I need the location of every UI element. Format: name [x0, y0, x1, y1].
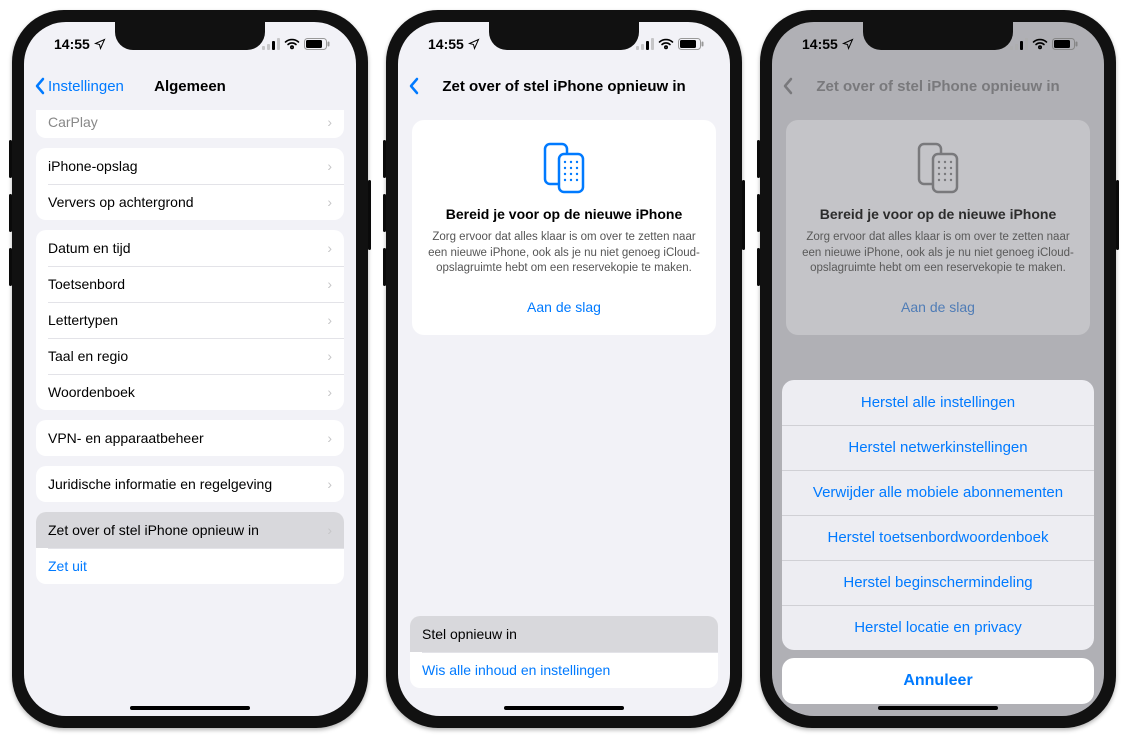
screen-3: 14:55 Zet over of stel iPhone opnieuw in — [772, 22, 1104, 716]
home-indicator[interactable] — [878, 706, 998, 710]
row-label: CarPlay — [48, 114, 98, 130]
chevron-right-icon: › — [327, 522, 332, 538]
sheet-reset-home-layout[interactable]: Herstel beginschermindeling — [782, 560, 1094, 605]
cellular-icon — [262, 38, 280, 50]
row-label: Ververs op achtergrond — [48, 194, 194, 210]
home-indicator[interactable] — [130, 706, 250, 710]
chevron-right-icon: › — [327, 384, 332, 400]
row-label: iPhone-opslag — [48, 158, 138, 174]
settings-group-reset: Zet over of stel iPhone opnieuw in › Zet … — [36, 512, 344, 584]
two-phones-icon — [539, 140, 589, 196]
chevron-right-icon: › — [327, 194, 332, 210]
back-label: Instellingen — [48, 78, 124, 95]
wifi-icon — [658, 38, 674, 50]
home-indicator[interactable] — [504, 706, 624, 710]
sheet-reset-location-privacy[interactable]: Herstel locatie en privacy — [782, 605, 1094, 650]
get-started-button[interactable]: Aan de slag — [428, 293, 700, 321]
row-date-time[interactable]: Datum en tijd › — [36, 230, 344, 266]
row-label: Lettertypen — [48, 312, 118, 328]
prepare-card: Bereid je voor op de nieuwe iPhone Zorg … — [412, 120, 716, 335]
row-language-region[interactable]: Taal en regio › — [36, 338, 344, 374]
status-time: 14:55 — [54, 36, 90, 52]
wifi-icon — [284, 38, 300, 50]
chevron-right-icon: › — [327, 312, 332, 328]
chevron-right-icon: › — [327, 240, 332, 256]
chevron-right-icon: › — [327, 430, 332, 446]
row-label: Taal en regio — [48, 348, 128, 364]
row-dictionary[interactable]: Woordenboek › — [36, 374, 344, 410]
row-reset[interactable]: Stel opnieuw in — [410, 616, 718, 652]
chevron-left-icon — [408, 77, 420, 95]
battery-icon — [304, 38, 330, 50]
location-icon — [468, 38, 480, 50]
row-legal[interactable]: Juridische informatie en regelgeving › — [36, 466, 344, 502]
row-erase-all[interactable]: Wis alle inhoud en instellingen — [410, 652, 718, 688]
phone-frame-2: 14:55 Zet over of stel iPhone opnieuw in — [386, 10, 742, 728]
screen-1: 14:55 Instellingen Algemeen CarPlay › — [24, 22, 356, 716]
row-vpn-device-mgmt[interactable]: VPN- en apparaatbeheer › — [36, 420, 344, 456]
sheet-reset-all-settings[interactable]: Herstel alle instellingen — [782, 380, 1094, 425]
settings-group-storage: iPhone-opslag › Ververs op achtergrond › — [36, 148, 344, 220]
row-background-refresh[interactable]: Ververs op achtergrond › — [36, 184, 344, 220]
settings-group-vpn: VPN- en apparaatbeheer › — [36, 420, 344, 456]
card-body: Zorg ervoor dat alles klaar is om over t… — [428, 230, 700, 277]
settings-group-legal: Juridische informatie en regelgeving › — [36, 466, 344, 502]
chevron-left-icon — [34, 77, 46, 95]
row-label: Toetsenbord — [48, 276, 125, 292]
sheet-cancel-button[interactable]: Annuleer — [782, 658, 1094, 704]
nav-title: Zet over of stel iPhone opnieuw in — [398, 78, 730, 95]
chevron-right-icon: › — [327, 348, 332, 364]
row-label: Zet over of stel iPhone opnieuw in — [48, 522, 259, 538]
notch — [115, 22, 265, 50]
chevron-right-icon: › — [327, 158, 332, 174]
row-transfer-reset[interactable]: Zet over of stel iPhone opnieuw in › — [36, 512, 344, 548]
row-label: Datum en tijd — [48, 240, 130, 256]
action-sheet-options: Herstel alle instellingen Herstel netwer… — [782, 380, 1094, 650]
card-heading: Bereid je voor op de nieuwe iPhone — [428, 206, 700, 222]
notch — [863, 22, 1013, 50]
sheet-reset-keyboard-dict[interactable]: Herstel toetsenbordwoordenboek — [782, 515, 1094, 560]
battery-icon — [678, 38, 704, 50]
row-fonts[interactable]: Lettertypen › — [36, 302, 344, 338]
sheet-reset-network[interactable]: Herstel netwerkinstellingen — [782, 425, 1094, 470]
phone-frame-1: 14:55 Instellingen Algemeen CarPlay › — [12, 10, 368, 728]
notch — [489, 22, 639, 50]
chevron-right-icon: › — [327, 276, 332, 292]
phone-frame-3: 14:55 Zet over of stel iPhone opnieuw in — [760, 10, 1116, 728]
row-label: Stel opnieuw in — [422, 626, 517, 642]
row-label: Zet uit — [48, 558, 87, 574]
location-icon — [94, 38, 106, 50]
settings-group-locale: Datum en tijd › Toetsenbord › Lettertypen ›… — [36, 230, 344, 410]
row-iphone-storage[interactable]: iPhone-opslag › — [36, 148, 344, 184]
screen-2: 14:55 Zet over of stel iPhone opnieuw in — [398, 22, 730, 716]
chevron-right-icon: › — [327, 114, 332, 130]
row-label: Juridische informatie en regelgeving — [48, 476, 272, 492]
row-shutdown[interactable]: Zet uit — [36, 548, 344, 584]
settings-group-carplay: CarPlay › — [36, 110, 344, 138]
row-keyboard[interactable]: Toetsenbord › — [36, 266, 344, 302]
row-label: VPN- en apparaatbeheer — [48, 430, 204, 446]
back-button[interactable] — [408, 77, 420, 95]
nav-bar: Zet over of stel iPhone opnieuw in — [398, 66, 730, 106]
back-button[interactable]: Instellingen — [34, 77, 124, 95]
sheet-remove-cellular-plans[interactable]: Verwijder alle mobiele abonnementen — [782, 470, 1094, 515]
cellular-icon — [636, 38, 654, 50]
row-label: Woordenboek — [48, 384, 135, 400]
row-label: Wis alle inhoud en instellingen — [422, 662, 610, 678]
reset-options-list: Stel opnieuw in Wis alle inhoud en inste… — [410, 616, 718, 688]
row-carplay[interactable]: CarPlay › — [36, 110, 344, 138]
nav-bar: Instellingen Algemeen — [24, 66, 356, 106]
chevron-right-icon: › — [327, 476, 332, 492]
status-time: 14:55 — [428, 36, 464, 52]
reset-action-sheet: Herstel alle instellingen Herstel netwer… — [782, 380, 1094, 704]
